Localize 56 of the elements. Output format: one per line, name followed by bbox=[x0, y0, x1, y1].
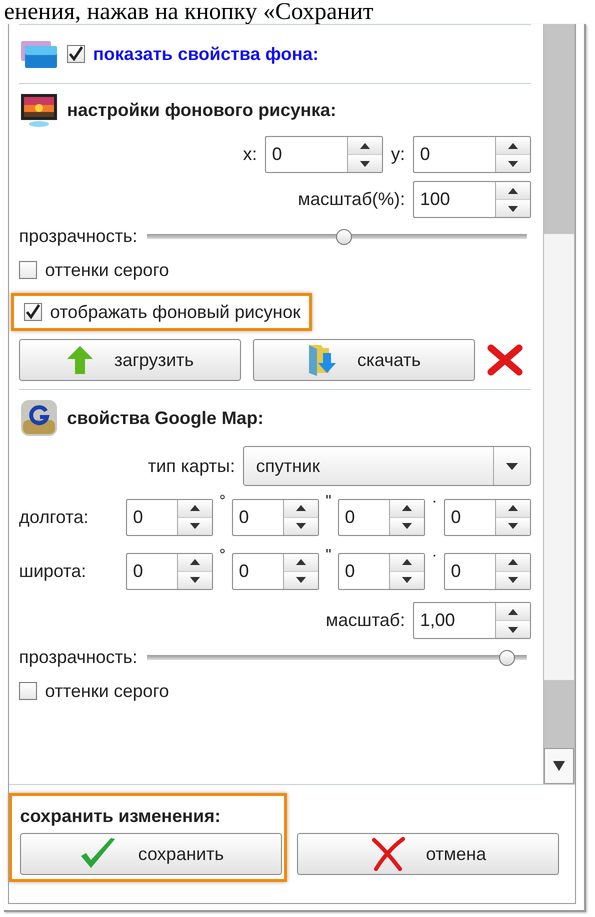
unit-mark: ° bbox=[218, 546, 227, 566]
number-spinner[interactable]: 0 bbox=[444, 552, 531, 590]
map-type-dropdown[interactable]: спутник bbox=[243, 446, 531, 486]
slider-label: прозрачность: bbox=[19, 647, 138, 668]
caption-text: енения, нажав на кнопку «Сохранит bbox=[3, 0, 374, 24]
number-spinner[interactable]: 0 bbox=[126, 552, 214, 590]
checkbox-label: оттенки серого bbox=[45, 260, 169, 280]
checkbox[interactable] bbox=[19, 682, 37, 700]
folder-download-icon bbox=[307, 343, 338, 377]
field-label: масштаб(%): bbox=[298, 189, 405, 210]
unit-mark: " bbox=[324, 546, 332, 566]
unit-mark: ° bbox=[218, 492, 227, 512]
slider-thumb[interactable] bbox=[336, 228, 352, 244]
checkbox-label: отображать фоновый рисунок bbox=[50, 302, 300, 322]
button[interactable]: отмена bbox=[297, 833, 559, 875]
checkbox[interactable] bbox=[19, 261, 37, 279]
scrollbar-thumb[interactable] bbox=[544, 680, 574, 748]
number-spinner[interactable]: 1,00 bbox=[413, 602, 531, 639]
button[interactable]: скачать bbox=[253, 339, 475, 381]
map-logo-icon bbox=[19, 398, 59, 438]
cross-icon bbox=[370, 837, 406, 871]
number-spinner[interactable]: 0 bbox=[232, 552, 320, 590]
field-label: y: bbox=[390, 144, 405, 165]
slider-label: прозрачность: bbox=[19, 226, 138, 247]
unit-mark: · bbox=[430, 492, 438, 512]
number-spinner[interactable]: 0 bbox=[338, 498, 426, 536]
field-label: широта: bbox=[19, 560, 88, 582]
field-label: масштаб: bbox=[326, 610, 405, 631]
sunset-picture-icon bbox=[19, 92, 59, 128]
slider-thumb[interactable] bbox=[499, 650, 516, 666]
section-title: настройки фонового рисунка: bbox=[67, 100, 336, 120]
number-spinner[interactable]: 0 bbox=[413, 136, 531, 173]
close-icon[interactable] bbox=[487, 344, 523, 376]
checkbox[interactable] bbox=[24, 303, 42, 321]
checkbox-label: оттенки серого bbox=[45, 680, 169, 702]
section-title: показать свойства фона: bbox=[93, 44, 319, 64]
field-label: долгота: bbox=[19, 506, 90, 528]
number-spinner[interactable]: 0 bbox=[126, 498, 214, 536]
button[interactable]: загрузить bbox=[19, 339, 241, 381]
scrollbar-thumb[interactable] bbox=[544, 24, 574, 234]
number-spinner[interactable]: 100 bbox=[413, 181, 531, 218]
button[interactable]: сохранить bbox=[20, 833, 282, 875]
stacked-cards-icon bbox=[19, 38, 59, 70]
number-spinner[interactable]: 0 bbox=[264, 136, 383, 173]
section-title: свойства Google Map: bbox=[67, 408, 264, 428]
number-spinner[interactable]: 0 bbox=[444, 498, 531, 536]
field-label: x: bbox=[242, 144, 257, 165]
field-label: тип карты: bbox=[148, 456, 235, 476]
unit-mark: " bbox=[324, 492, 332, 512]
unit-mark: · bbox=[430, 546, 438, 566]
checkbox[interactable] bbox=[67, 45, 85, 63]
number-spinner[interactable]: 0 bbox=[232, 498, 320, 536]
number-spinner[interactable]: 0 bbox=[338, 552, 426, 590]
scrollbar[interactable] bbox=[543, 24, 575, 784]
up-arrow-icon bbox=[66, 345, 94, 375]
section-title: сохранить изменения: bbox=[20, 806, 222, 827]
